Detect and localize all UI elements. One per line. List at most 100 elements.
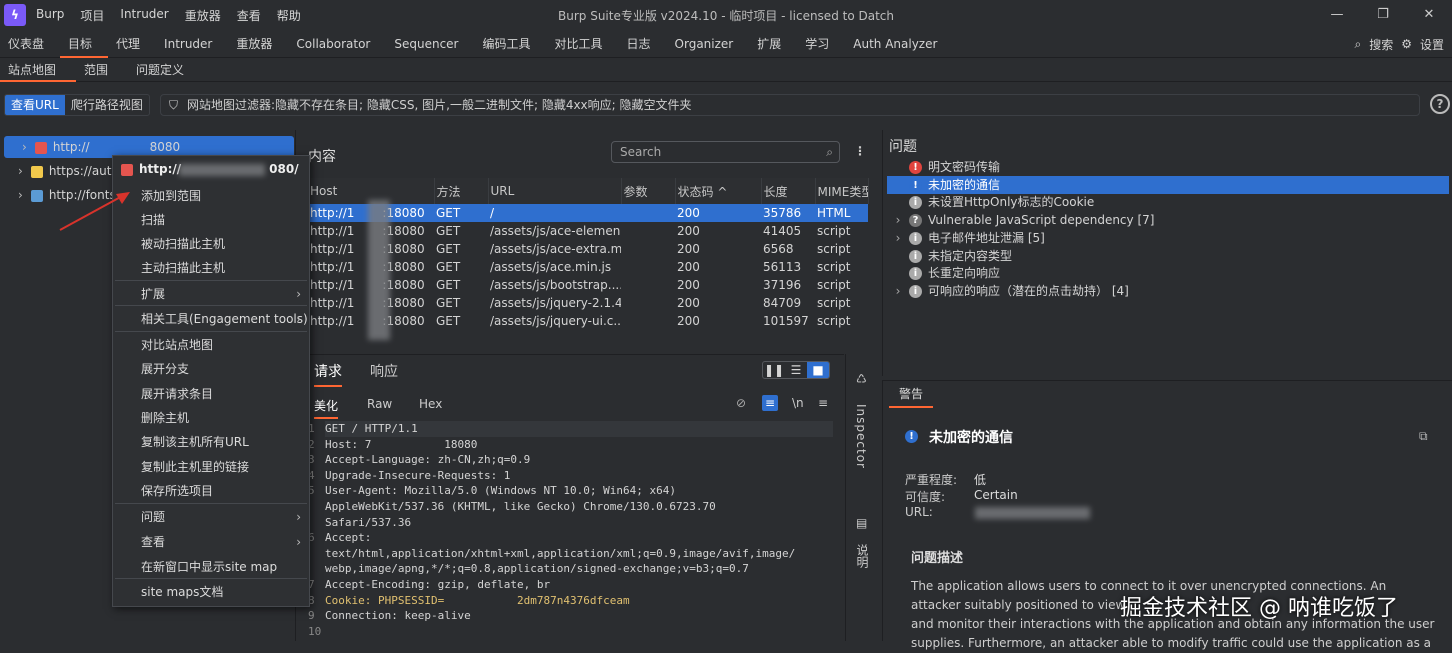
url-label: URL: [905, 505, 933, 519]
tab-main-4[interactable]: 重放器 [228, 30, 288, 58]
gear-icon[interactable]: ⚙ [1401, 37, 1412, 51]
split-horizontal-icon[interactable]: ☰ [785, 362, 807, 378]
column-header[interactable]: URL [488, 178, 622, 204]
column-header[interactable]: 长度 [761, 178, 816, 204]
tab-main-10[interactable]: Organizer [667, 30, 750, 58]
context-menu-item[interactable]: 删除主机 [113, 406, 309, 430]
table-row[interactable]: http://1:18080 GET/assets/js/bootstrap...… [308, 276, 868, 294]
wrap-icon[interactable]: ≡ [762, 395, 778, 411]
maximize-icon[interactable]: ❐ [1360, 0, 1406, 30]
tab-sub-0[interactable]: 站点地图 [0, 58, 77, 82]
context-menu-item[interactable]: 复制此主机里的链接 [113, 455, 309, 479]
crawl-path-view-button[interactable]: 爬行路径视图 [65, 95, 149, 115]
code-line: Cookie: PHPSESSID= 2dm787n4376dfceam [325, 593, 630, 607]
context-menu-item-label: 问题 [141, 510, 166, 524]
tab-main-3[interactable]: Intruder [156, 30, 228, 58]
context-menu-item[interactable]: 对比站点地图 [113, 333, 309, 357]
issue-item[interactable]: i 长重定向响应 [887, 264, 1449, 282]
tab-main-6[interactable]: Sequencer [386, 30, 474, 58]
tab-main-1[interactable]: 目标 [60, 30, 109, 58]
column-header[interactable]: 参数 [621, 178, 676, 204]
chevron-right-icon[interactable]: › [887, 282, 909, 300]
context-menu-item[interactable]: 展开请求条目 [113, 382, 309, 406]
search-icon[interactable]: ⌕ [1354, 37, 1361, 52]
column-header[interactable]: MIME类型 [815, 178, 869, 204]
context-menu-item[interactable]: 相关工具(Engagement tools) › [113, 307, 309, 331]
menu-item-0[interactable]: Burp [36, 7, 64, 24]
sitemap-filter-bar[interactable]: ⛉ 网站地图过滤器:隐藏不存在条目; 隐藏CSS, 图片,一般二进制文件; 隐藏… [160, 94, 1420, 116]
tab-main-5[interactable]: Collaborator [288, 30, 386, 58]
menu-item-1[interactable]: 项目 [80, 7, 104, 24]
tab-hex[interactable]: Hex [419, 397, 442, 411]
tab-main-2[interactable]: 代理 [108, 30, 156, 58]
menu-item-3[interactable]: 重放器 [185, 7, 221, 24]
issue-item[interactable]: › i 电子邮件地址泄漏 [5] [887, 229, 1449, 247]
issue-item[interactable]: ! 明文密码传输 [887, 158, 1449, 176]
settings-label[interactable]: 设置 [1420, 36, 1444, 53]
menu-item-4[interactable]: 查看 [237, 7, 261, 24]
menu-icon[interactable]: ≡ [818, 396, 828, 410]
tab-main-11[interactable]: 扩展 [749, 30, 797, 58]
chevron-right-icon[interactable]: › [22, 140, 27, 154]
notes-tab[interactable]: 说明 [854, 544, 871, 568]
tab-pretty[interactable]: 美化 [314, 397, 339, 419]
more-options-icon[interactable]: ⋮ [854, 144, 866, 158]
table-row[interactable]: http://1:18080 GET/assets/js/jquery-2.1.4… [308, 294, 868, 312]
inspector-tab[interactable]: Inspector [854, 404, 868, 469]
split-vertical-icon[interactable]: ❚❚ [763, 362, 785, 378]
content-search-input[interactable]: Search ⌕ [611, 141, 840, 163]
column-header[interactable]: 状态码 ^ [675, 178, 762, 204]
issue-item[interactable]: i 未指定内容类型 [887, 247, 1449, 265]
table-row[interactable]: http://1:18080 GET/200 35786 HTML [308, 204, 868, 222]
chevron-right-icon[interactable]: › [18, 164, 23, 178]
table-row[interactable]: http://1:18080 GET/assets/js/ace-extra.m.… [308, 240, 868, 258]
context-menu-item[interactable]: 保存所选项目 [113, 479, 309, 503]
chevron-right-icon[interactable]: › [887, 229, 909, 247]
single-pane-icon[interactable]: ■ [807, 362, 829, 378]
context-menu-item[interactable]: 主动扫描此主机 [113, 256, 309, 280]
tab-advisory[interactable]: 警告 [889, 385, 934, 408]
chevron-right-icon[interactable]: › [887, 211, 909, 229]
context-menu-item[interactable]: site maps文档 [113, 580, 309, 604]
context-menu-item[interactable]: 复制该主机所有URL [113, 430, 309, 454]
tab-main-9[interactable]: 日志 [619, 30, 667, 58]
help-icon[interactable]: ? [1430, 94, 1450, 114]
table-row[interactable]: http://1:18080 GET/assets/js/ace.min.js 20… [308, 258, 868, 276]
tab-main-8[interactable]: 对比工具 [547, 30, 619, 58]
menu-item-2[interactable]: Intruder [120, 7, 168, 24]
context-menu-item[interactable]: 扩展 › [113, 282, 309, 306]
issue-item[interactable]: › i 可响应的响应（潜在的点击劫持） [4] [887, 282, 1449, 300]
eye-off-icon[interactable]: ⊘ [736, 396, 746, 410]
tab-raw[interactable]: Raw [367, 397, 392, 411]
table-row[interactable]: http://1:18080 GET/assets/js/jquery-ui.c.… [308, 312, 868, 330]
column-header[interactable]: 方法 [434, 178, 489, 204]
notes-icon[interactable]: ▤ [856, 516, 867, 530]
view-url-button[interactable]: 查看URL [5, 95, 65, 115]
tab-main-13[interactable]: Auth Analyzer [845, 30, 953, 58]
issue-item[interactable]: ! 未加密的通信 [887, 175, 1449, 194]
tab-request[interactable]: 请求 [314, 361, 342, 387]
tab-sub-2[interactable]: 问题定义 [128, 58, 204, 82]
tab-response[interactable]: 响应 [370, 361, 398, 381]
chevron-right-icon[interactable]: › [18, 188, 23, 202]
tab-main-0[interactable]: 仪表盘 [0, 30, 60, 58]
tab-main-12[interactable]: 学习 [797, 30, 845, 58]
minimize-icon[interactable]: — [1314, 0, 1360, 30]
copy-icon[interactable]: ⧉ [1419, 429, 1428, 444]
search-label[interactable]: 搜索 [1369, 36, 1393, 53]
context-menu-item[interactable]: 展开分支 [113, 357, 309, 381]
newline-toggle[interactable]: \n [792, 396, 804, 410]
context-menu-item[interactable]: 问题 › [113, 505, 309, 529]
close-icon[interactable]: ✕ [1406, 0, 1452, 30]
issue-item[interactable]: i 未设置HttpOnly标志的Cookie [887, 193, 1449, 211]
context-menu-item[interactable]: 在新窗口中显示site map [113, 555, 309, 579]
context-menu-item-label: 主动扫描此主机 [141, 261, 226, 275]
table-row[interactable]: http://1:18080 GET/assets/js/ace-elemen..… [308, 222, 868, 240]
menu-item-5[interactable]: 帮助 [277, 7, 301, 24]
code-line: Connection: keep-alive [325, 609, 471, 623]
tab-sub-1[interactable]: 范围 [76, 58, 128, 82]
inspector-icon[interactable]: ♺ [856, 372, 867, 386]
issue-item[interactable]: ›? Vulnerable JavaScript dependency [7] [887, 211, 1449, 229]
context-menu-item[interactable]: 查看 › [113, 530, 309, 554]
tab-main-7[interactable]: 编码工具 [474, 30, 546, 58]
